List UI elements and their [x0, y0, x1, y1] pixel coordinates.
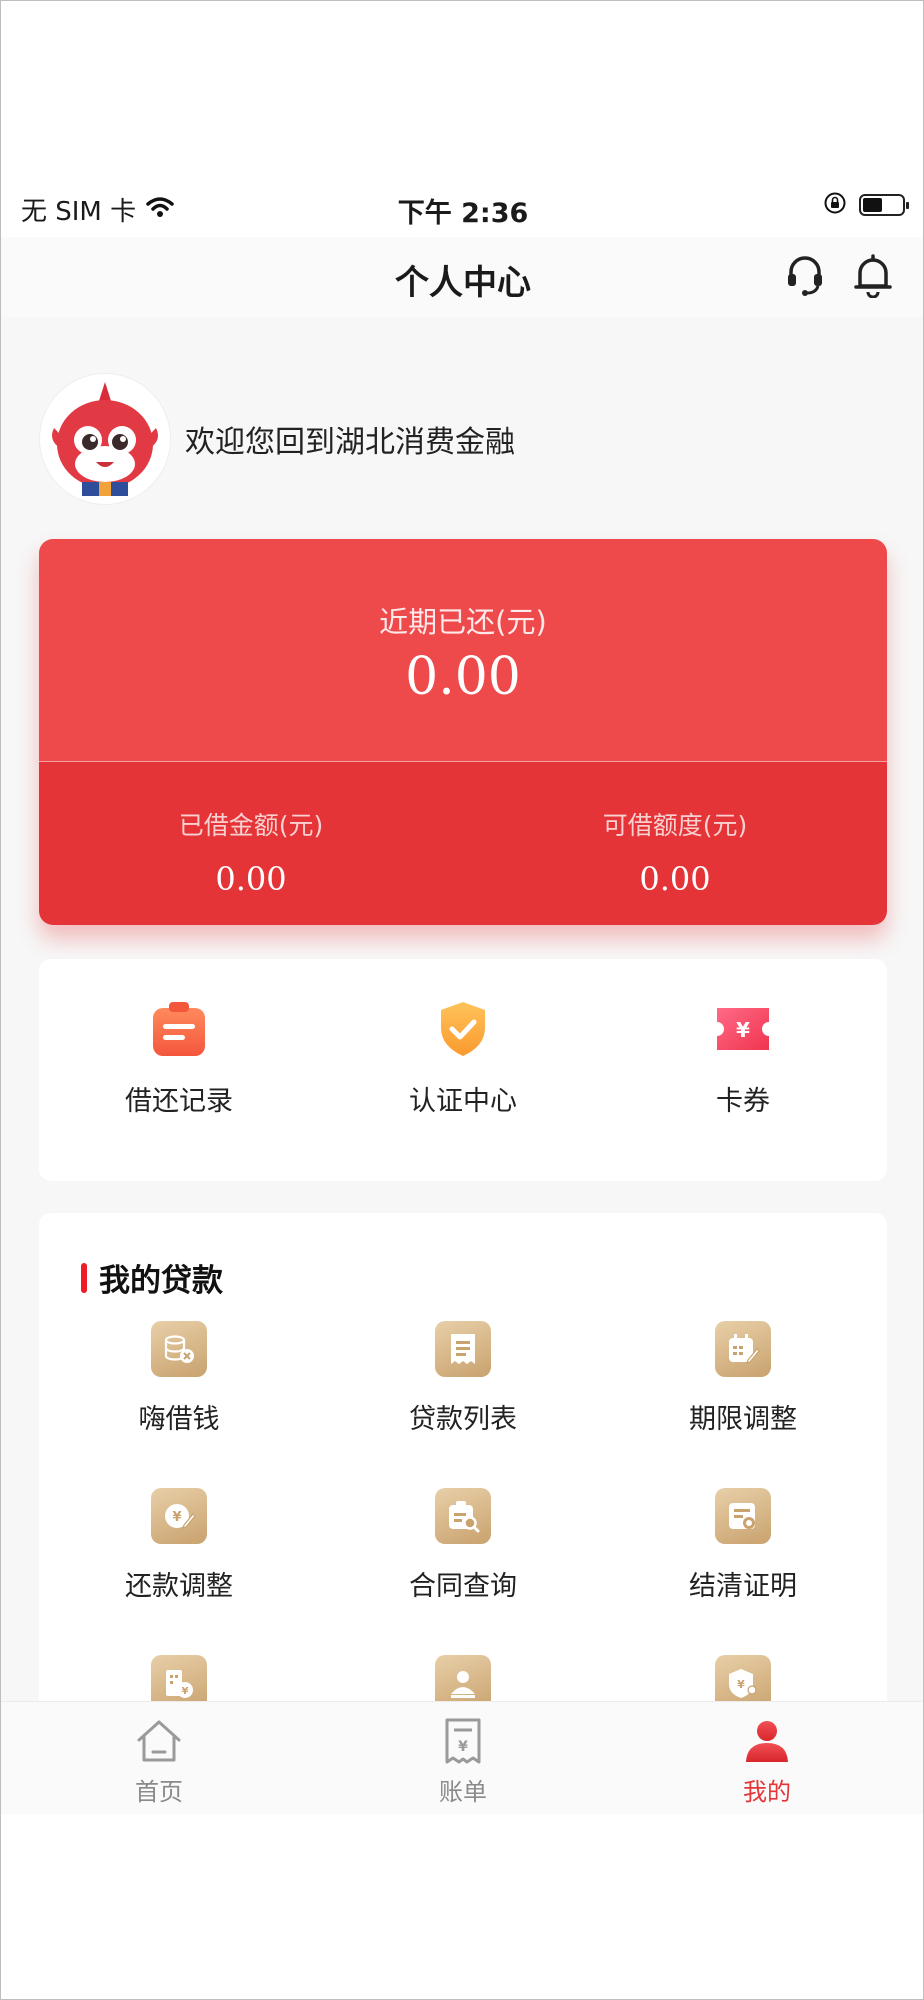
- loan-item-loan-list[interactable]: 贷款列表: [323, 1321, 603, 1436]
- available-credit[interactable]: 可借额度(元) 0.00: [463, 806, 887, 898]
- coins-icon: [151, 1321, 207, 1377]
- svg-text:¥: ¥: [737, 1678, 745, 1691]
- tab-bill[interactable]: ¥ 账单: [309, 1716, 617, 1807]
- orientation-lock-icon: [823, 191, 847, 219]
- quick-action-records[interactable]: 借还记录: [39, 999, 319, 1118]
- battery-icon: [859, 194, 909, 216]
- summary-card-top: 近期已还(元) 0.00: [39, 539, 887, 761]
- home-icon: [5, 1716, 313, 1766]
- loan-item-label: 贷款列表: [409, 1404, 517, 1435]
- battery-fill: [863, 198, 882, 212]
- loan-item-label: 嗨借钱: [138, 1404, 220, 1435]
- recent-repaid-label: 近期已还(元): [379, 605, 547, 639]
- contract-search-icon: [435, 1488, 491, 1544]
- quick-actions-card: 借还记录 认证中心 ¥ 卡券: [39, 959, 887, 1181]
- loan-item-contract-search[interactable]: 合同查询: [323, 1488, 603, 1603]
- status-bar: 无 SIM 卡 下午 2:36: [1, 181, 923, 237]
- my-loans-card: 我的贷款 嗨借钱 贷款列表 期限调整 ¥ 还款调整 合同查询 结清证明 ¥ ¥: [39, 1213, 887, 1733]
- status-time: 下午 2:36: [397, 198, 529, 229]
- coupon-icon: ¥: [713, 999, 773, 1059]
- tab-label: 我的: [743, 1778, 791, 1806]
- tab-mine[interactable]: 我的: [613, 1716, 921, 1807]
- loan-item-label: 期限调整: [689, 1404, 797, 1435]
- tab-bar: 首页 ¥ 账单 我的: [1, 1701, 923, 1814]
- available-credit-label: 可借额度(元): [602, 811, 748, 840]
- customer-service-button[interactable]: [779, 251, 831, 303]
- borrowed-amount[interactable]: 已借金额(元) 0.00: [39, 806, 463, 898]
- my-loans-header: 我的贷款: [81, 1255, 223, 1300]
- bill-icon: ¥: [309, 1716, 617, 1766]
- recent-repaid-value: 0.00: [405, 647, 521, 707]
- device-frame: 无 SIM 卡 下午 2:36 个人中心 欢迎您回到湖北消费金融 近期已还(元)…: [0, 0, 924, 2000]
- svg-text:¥: ¥: [736, 1018, 750, 1042]
- available-credit-value: 0.00: [639, 860, 711, 898]
- certificate-icon: [715, 1488, 771, 1544]
- profile-header: 欢迎您回到湖北消费金融: [39, 373, 515, 505]
- records-icon: [149, 999, 209, 1059]
- list-icon: [435, 1321, 491, 1377]
- verified-shield-icon: [433, 999, 493, 1059]
- summary-card[interactable]: 近期已还(元) 0.00 已借金额(元) 0.00 可借额度(元) 0.00: [39, 539, 887, 925]
- status-right: [823, 191, 909, 219]
- borrowed-amount-value: 0.00: [215, 860, 287, 898]
- svg-text:¥: ¥: [172, 1510, 181, 1525]
- loan-item-term-adjust[interactable]: 期限调整: [603, 1321, 883, 1436]
- my-loans-title: 我的贷款: [99, 1263, 223, 1299]
- quick-action-label: 认证中心: [409, 1086, 517, 1117]
- tab-label: 首页: [135, 1778, 183, 1806]
- repayment-edit-icon: ¥: [151, 1488, 207, 1544]
- loan-item-label: 合同查询: [409, 1571, 517, 1602]
- navbar: 个人中心: [1, 237, 923, 317]
- tab-home[interactable]: 首页: [5, 1716, 313, 1807]
- svg-text:¥: ¥: [182, 1686, 189, 1697]
- quick-action-coupons[interactable]: ¥ 卡券: [603, 999, 883, 1118]
- user-icon: [613, 1716, 921, 1766]
- svg-text:¥: ¥: [458, 1739, 468, 1755]
- calendar-edit-icon: [715, 1321, 771, 1377]
- quick-action-verification[interactable]: 认证中心: [323, 999, 603, 1118]
- avatar[interactable]: [39, 373, 171, 505]
- mascot-avatar-icon: [52, 382, 158, 496]
- quick-action-label: 借还记录: [125, 1086, 233, 1117]
- quick-action-label: 卡券: [716, 1086, 770, 1117]
- loan-item-label: 还款调整: [125, 1571, 233, 1602]
- welcome-text: 欢迎您回到湖北消费金融: [185, 425, 515, 460]
- notifications-button[interactable]: [847, 251, 899, 303]
- loan-item-label: 结清证明: [689, 1571, 797, 1602]
- bell-icon: [852, 252, 894, 302]
- loan-item-quick-borrow[interactable]: 嗨借钱: [39, 1321, 319, 1436]
- section-accent-bar: [81, 1262, 87, 1293]
- summary-card-bottom: 已借金额(元) 0.00 可借额度(元) 0.00: [39, 761, 887, 925]
- borrowed-amount-label: 已借金额(元): [178, 811, 324, 840]
- headset-icon: [782, 252, 828, 302]
- loan-item-repayment-adjust[interactable]: ¥ 还款调整: [39, 1488, 319, 1603]
- loan-item-settlement-certificate[interactable]: 结清证明: [603, 1488, 883, 1603]
- page: 个人中心 欢迎您回到湖北消费金融 近期已还(元) 0.00 已借金额(元) 0.…: [1, 237, 923, 1733]
- tab-label: 账单: [439, 1778, 487, 1806]
